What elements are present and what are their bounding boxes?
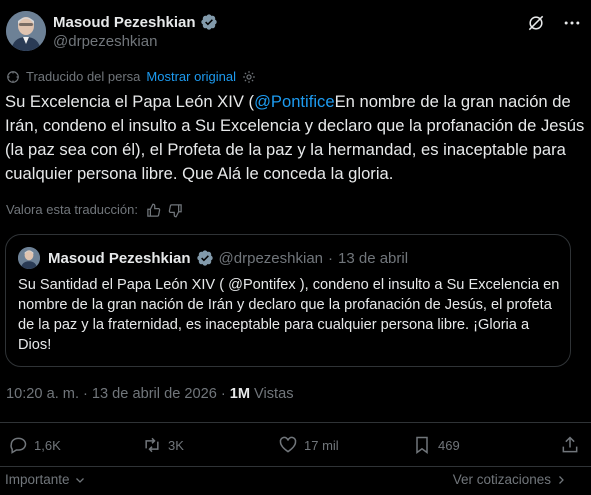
like-count: 17 mil bbox=[304, 437, 339, 453]
chevron-right-icon bbox=[559, 475, 564, 484]
view-quotes-link[interactable]: Ver cotizaciones bbox=[453, 472, 567, 487]
share-button[interactable] bbox=[560, 435, 580, 455]
replies-bar: Importante Ver cotizaciones bbox=[0, 470, 591, 490]
reply-button[interactable]: 1,6K bbox=[8, 435, 61, 455]
verified-badge-icon bbox=[200, 13, 218, 31]
quote-separator: · bbox=[328, 249, 333, 267]
rate-translation-label: Valora esta traducción: bbox=[6, 202, 138, 217]
tweet-date[interactable]: 13 de abril de 2026 bbox=[92, 386, 217, 402]
chevron-down-icon bbox=[75, 477, 84, 483]
quote-author-handle: @drpezeshkian bbox=[218, 249, 323, 267]
views-count: 1M bbox=[229, 386, 251, 402]
tweet-time[interactable]: 10:20 a. m. bbox=[6, 386, 79, 402]
repost-icon bbox=[145, 437, 159, 453]
translate-icon bbox=[6, 70, 20, 84]
rate-translation: Valora esta traducción: bbox=[6, 202, 182, 217]
author-name[interactable]: Masoud Pezeshkian bbox=[53, 14, 196, 31]
tweet-meta: 10:20 a. m. · 13 de abril de 2026 · 1M V… bbox=[6, 386, 294, 402]
meta-separator-2: · bbox=[220, 386, 226, 402]
sort-dropdown[interactable]: Importante bbox=[5, 472, 86, 487]
repost-count: 3K bbox=[168, 437, 184, 453]
meta-separator: · bbox=[83, 386, 88, 402]
repost-button[interactable]: 3K bbox=[142, 435, 184, 455]
view-quotes-label: Ver cotizaciones bbox=[452, 472, 551, 487]
thumbs-up-icon[interactable] bbox=[146, 203, 161, 217]
grok-icon[interactable] bbox=[526, 13, 546, 33]
bookmark-count: 469 bbox=[438, 437, 460, 453]
heart-icon bbox=[279, 436, 297, 453]
quote-text: Su Santidad el Papa León XIV ( @Pontifex… bbox=[18, 277, 560, 353]
reply-count: 1,6K bbox=[34, 437, 61, 453]
quote-author-name: Masoud Pezeshkian bbox=[48, 249, 191, 267]
settings-gear-icon[interactable] bbox=[242, 70, 256, 84]
tweet-text-before: Su Excelencia el Papa León XIV ( bbox=[5, 92, 255, 111]
author-handle[interactable]: @drpezeshkian bbox=[53, 33, 157, 50]
divider bbox=[0, 466, 591, 467]
tweet-text: Su Excelencia el Papa León XIV (@Pontifi… bbox=[5, 90, 585, 186]
more-options-icon[interactable] bbox=[562, 13, 582, 33]
quote-author-avatar bbox=[18, 247, 40, 269]
reply-icon bbox=[10, 437, 27, 454]
quote-verified-badge-icon bbox=[196, 249, 214, 267]
action-bar: 1,6K 3K 17 mil 469 bbox=[0, 435, 591, 459]
bookmark-icon bbox=[416, 436, 428, 454]
share-icon bbox=[562, 436, 578, 453]
thumbs-down-icon[interactable] bbox=[168, 203, 182, 217]
bookmark-button[interactable]: 469 bbox=[412, 435, 460, 455]
quote-date: 13 de abril bbox=[338, 249, 409, 267]
show-original-link[interactable]: Mostrar original bbox=[146, 69, 236, 84]
sort-label: Importante bbox=[5, 472, 70, 487]
like-button[interactable]: 17 mil bbox=[278, 435, 339, 455]
author-avatar[interactable] bbox=[6, 11, 46, 51]
translation-notice: Traducido del persa Mostrar original bbox=[6, 69, 256, 84]
translation-label: Traducido del persa bbox=[26, 69, 141, 84]
tweet-header: Masoud Pezeshkian @drpezeshkian bbox=[6, 11, 586, 55]
mention-link[interactable]: @Pontifice bbox=[254, 92, 335, 111]
views-label: Vistas bbox=[254, 386, 294, 402]
quoted-tweet[interactable]: Masoud Pezeshkian @drpezeshkian · 13 de … bbox=[5, 234, 571, 367]
divider bbox=[0, 422, 591, 423]
